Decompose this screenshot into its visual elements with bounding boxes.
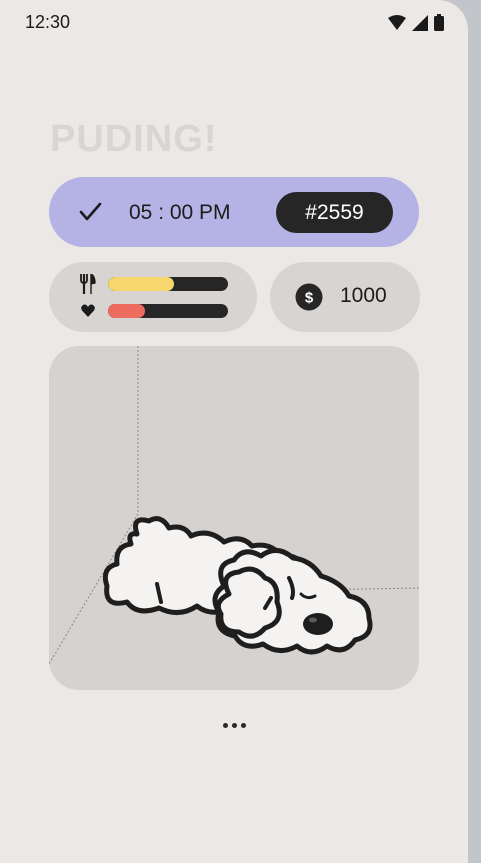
status-time: 12:30 bbox=[25, 12, 71, 32]
coin-amount: 1000 bbox=[340, 284, 387, 307]
check-icon[interactable] bbox=[78, 200, 102, 224]
wifi-icon bbox=[388, 14, 406, 30]
hunger-bar bbox=[108, 277, 228, 291]
phone-screen: 12:30 PUDING! 05 : 00 PM #2559 $ 1000 bbox=[0, 0, 468, 863]
menu-dot bbox=[240, 722, 246, 728]
health-bar bbox=[108, 304, 228, 318]
menu-dot bbox=[231, 722, 237, 728]
menu-dot bbox=[222, 722, 228, 728]
status-bar: 12:30 bbox=[0, 0, 468, 46]
more-dots-icon[interactable] bbox=[214, 712, 254, 738]
alarm-time[interactable]: 05 : 00 PM bbox=[129, 201, 231, 225]
app-title: PUDING! bbox=[50, 118, 218, 160]
heart-icon bbox=[81, 304, 95, 317]
stats-card bbox=[49, 262, 257, 332]
fork-knife-icon bbox=[80, 274, 96, 294]
sleeping-puppy[interactable] bbox=[102, 516, 373, 655]
svg-text:$: $ bbox=[305, 290, 314, 307]
id-badge[interactable]: #2559 bbox=[276, 192, 393, 233]
room-scene bbox=[49, 346, 419, 665]
battery-icon bbox=[434, 14, 444, 31]
status-icons bbox=[388, 14, 444, 31]
signal-icon bbox=[412, 14, 428, 31]
health-bar-fill bbox=[108, 304, 146, 318]
pet-room[interactable] bbox=[49, 346, 419, 690]
hunger-bar-fill bbox=[108, 277, 174, 291]
dollar-coin-icon: $ bbox=[295, 283, 323, 311]
